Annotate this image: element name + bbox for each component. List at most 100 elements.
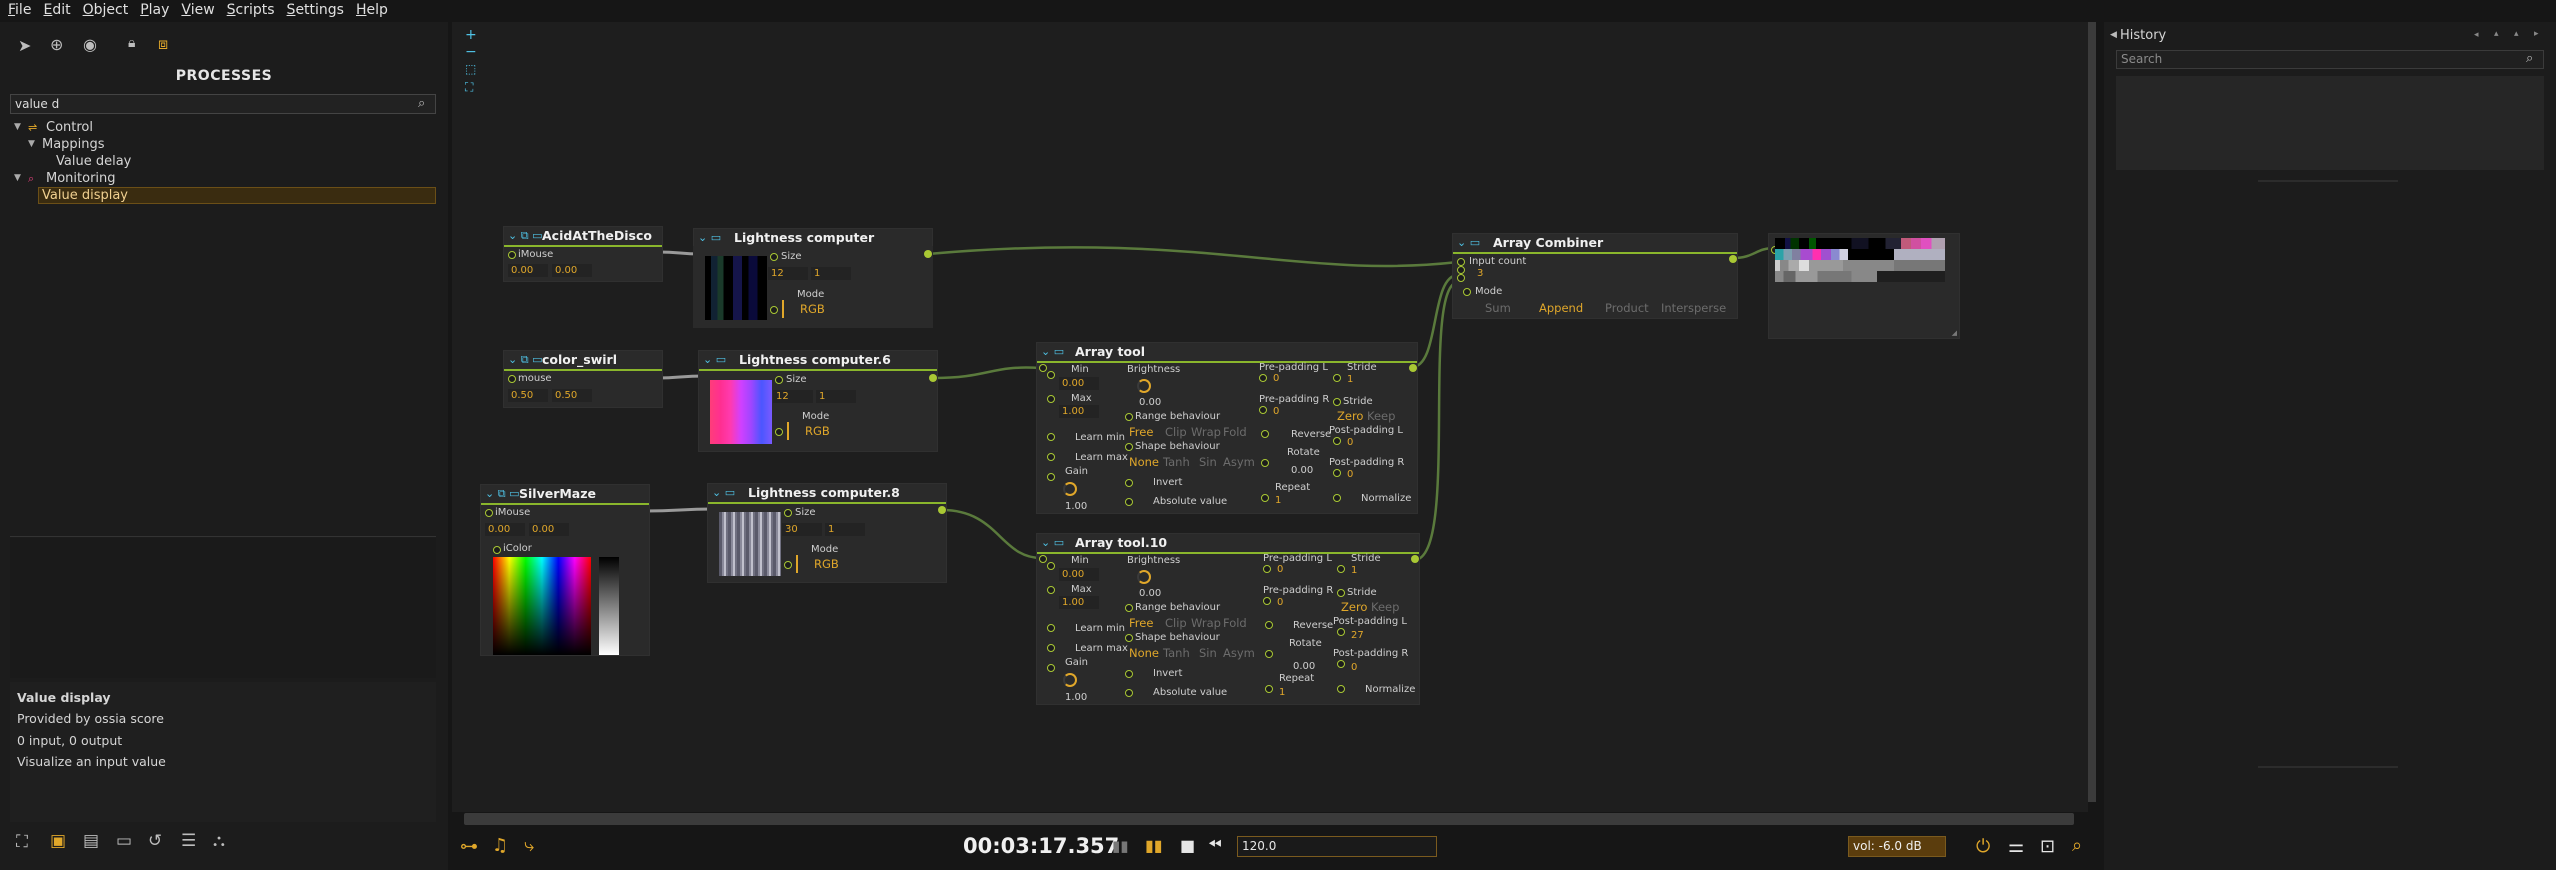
input-port[interactable]	[770, 253, 778, 261]
range-free[interactable]: Free	[1129, 425, 1153, 439]
range-wrap[interactable]: Wrap	[1191, 425, 1221, 439]
cable[interactable]	[1413, 280, 1459, 562]
learn-min-label[interactable]: Learn min	[1075, 623, 1125, 634]
input-port[interactable]	[1047, 371, 1055, 379]
value-field[interactable]: 0.00	[485, 523, 525, 536]
value-field[interactable]: 1	[816, 390, 856, 403]
input-port[interactable]	[1125, 670, 1133, 678]
mode-value[interactable]: RGB	[805, 424, 830, 438]
shader-node-maze[interactable]: ⌄ ⧉ ▭ SilverMaze iMouse 0.00 0.00 iColor	[480, 484, 650, 656]
input-port[interactable]	[1337, 565, 1345, 573]
cable[interactable]	[927, 246, 1459, 268]
shape-none[interactable]: None	[1129, 455, 1159, 469]
shape-asym[interactable]: Asym	[1223, 646, 1255, 660]
tempo-field[interactable]: 120.0	[1237, 836, 1437, 857]
post-padding-r-value[interactable]: 0	[1351, 662, 1357, 673]
input-port[interactable]	[1263, 565, 1271, 573]
shape-sin[interactable]: Sin	[1199, 646, 1217, 660]
mode-product[interactable]: Product	[1605, 301, 1649, 315]
stride-value[interactable]: 1	[1347, 374, 1353, 385]
color-value-slider[interactable]	[599, 557, 619, 655]
mode-intersperse[interactable]: Intersperse	[1661, 301, 1726, 315]
input-port[interactable]	[1337, 589, 1345, 597]
history-search-input[interactable]: Search	[2116, 50, 2544, 69]
value-field[interactable]: 12	[768, 267, 808, 280]
volume-slider[interactable]: vol: -6.0 dB	[1848, 836, 1946, 857]
input-port[interactable]	[770, 306, 778, 314]
reverse-label[interactable]: Reverse	[1293, 620, 1333, 631]
input-port[interactable]	[1125, 634, 1133, 642]
input-port[interactable]	[1039, 364, 1047, 372]
value-field[interactable]: 12	[773, 390, 813, 403]
pre-padding-r-value[interactable]: 0	[1277, 597, 1283, 608]
input-port[interactable]	[1265, 621, 1273, 629]
input-port[interactable]	[1263, 597, 1271, 605]
input-count-value[interactable]: 3	[1477, 268, 1483, 279]
input-port[interactable]	[508, 375, 516, 383]
horizontal-scrollbar[interactable]	[464, 813, 2074, 825]
timeline-mode-icon[interactable]: ⊶	[460, 836, 478, 857]
input-port[interactable]	[784, 509, 792, 517]
input-port[interactable]	[485, 509, 493, 517]
power-icon[interactable]: ⏻	[1976, 836, 1990, 857]
output-port[interactable]	[1411, 555, 1419, 563]
mode-value[interactable]: RGB	[800, 302, 825, 316]
history-up2-icon[interactable]: ▴	[2514, 29, 2519, 39]
mixer-icon[interactable]: ⚌	[2008, 836, 2024, 857]
shape-tanh[interactable]: Tanh	[1163, 646, 1190, 660]
mode-value[interactable]: RGB	[814, 557, 839, 571]
search-icon[interactable]: ⌕	[2526, 51, 2533, 66]
input-port[interactable]	[1125, 413, 1133, 421]
input-port[interactable]	[1047, 473, 1055, 481]
input-port[interactable]	[1125, 479, 1133, 487]
learn-max-label[interactable]: Learn max	[1075, 452, 1128, 463]
output-port[interactable]	[938, 506, 946, 514]
value-field[interactable]: 30	[782, 523, 822, 536]
brightness-knob[interactable]	[1137, 379, 1151, 393]
output-port[interactable]	[924, 250, 932, 258]
splitter-handle[interactable]	[2258, 766, 2398, 768]
value-field[interactable]: 0.00	[508, 264, 548, 277]
color-input-port[interactable]	[493, 546, 501, 554]
absolute-value-label[interactable]: Absolute value	[1153, 496, 1227, 507]
normalize-label[interactable]: Normalize	[1365, 684, 1415, 695]
learn-max-label[interactable]: Learn max	[1075, 643, 1128, 654]
range-fold[interactable]: Fold	[1223, 616, 1247, 630]
music-mode-icon[interactable]: ♫	[492, 835, 508, 856]
rotate-value[interactable]: 0.00	[1291, 465, 1313, 476]
gain-knob[interactable]	[1063, 673, 1077, 687]
rotate-value[interactable]: 0.00	[1293, 661, 1315, 672]
play-pause-icon[interactable]: ▮▮	[1145, 836, 1163, 855]
repeat-value[interactable]: 1	[1279, 687, 1285, 698]
min-value[interactable]: 0.00	[1059, 377, 1099, 390]
cable[interactable]	[932, 366, 1041, 380]
value-field[interactable]: 1	[811, 267, 851, 280]
value-field[interactable]: 1	[825, 523, 865, 536]
vertical-scrollbar[interactable]	[2088, 22, 2096, 802]
range-free[interactable]: Free	[1129, 616, 1153, 630]
input-port[interactable]	[1125, 689, 1133, 697]
input-port[interactable]	[1261, 430, 1269, 438]
input-port[interactable]	[508, 251, 516, 259]
pre-padding-l-value[interactable]: 0	[1273, 373, 1279, 384]
history-prev-icon[interactable]: ◂	[2474, 30, 2479, 40]
output-port[interactable]	[1409, 364, 1417, 372]
history-list[interactable]	[2116, 76, 2544, 170]
normalize-label[interactable]: Normalize	[1361, 493, 1411, 504]
max-value[interactable]: 1.00	[1059, 405, 1099, 418]
shader-node-acid[interactable]: ⌄ ⧉ ▭ AcidAtTheDisco iMouse 0.00 0.00	[503, 226, 663, 282]
shader-node-swirl[interactable]: ⌄ ⧉ ▭ color_swirl mouse 0.50 0.50	[503, 350, 663, 408]
learn-min-label[interactable]: Learn min	[1075, 432, 1125, 443]
cable[interactable]	[941, 508, 1045, 560]
stride-keep[interactable]: Keep	[1367, 409, 1395, 423]
array-tool-node[interactable]: ⌄ ▭ Array tool Min 0.00 Max 1.00 Learn m…	[1036, 342, 1418, 514]
output-port[interactable]	[1729, 255, 1737, 263]
input-port[interactable]	[1047, 433, 1055, 441]
input-port[interactable]	[1047, 644, 1055, 652]
console-icon[interactable]: ⊡	[2040, 836, 2055, 857]
input-port[interactable]	[1047, 453, 1055, 461]
range-clip[interactable]: Clip	[1165, 425, 1187, 439]
history-up-icon[interactable]: ▴	[2494, 29, 2499, 39]
input-port[interactable]	[1337, 685, 1345, 693]
stride-value[interactable]: 1	[1351, 565, 1357, 576]
